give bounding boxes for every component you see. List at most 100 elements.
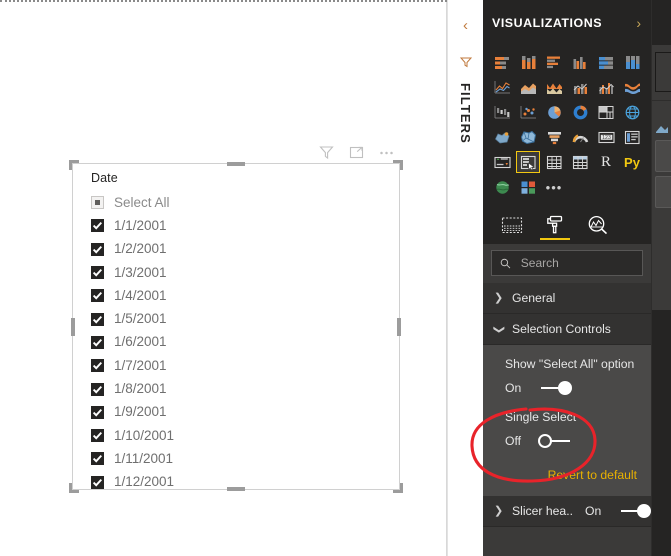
fields-pane-partial[interactable]: [651, 0, 671, 556]
show-select-all-toggle[interactable]: [538, 381, 572, 395]
pie-chart-icon[interactable]: [542, 101, 566, 123]
format-search-row: [483, 244, 651, 283]
svg-text:123: 123: [602, 135, 611, 141]
r-visual-label: R: [600, 153, 611, 170]
stacked-area-chart-icon[interactable]: [542, 76, 566, 98]
slicer-item[interactable]: 1/1/2001: [91, 214, 399, 237]
checkbox-checked-icon[interactable]: [91, 405, 104, 419]
slicer-item-label: 1/8/2001: [114, 381, 167, 397]
slicer-item[interactable]: 1/10/2001: [91, 424, 399, 447]
field-well-slot[interactable]: [655, 176, 671, 208]
kpi-icon[interactable]: [490, 151, 514, 173]
slicer-item[interactable]: 1/6/2001: [91, 331, 399, 354]
revert-to-default-link[interactable]: Revert to default: [548, 468, 637, 482]
matrix-icon[interactable]: [568, 151, 592, 173]
slicer-item[interactable]: 1/9/2001: [91, 401, 399, 424]
checkbox-checked-icon[interactable]: [91, 359, 104, 373]
line-and-clustered-column-chart-icon[interactable]: [594, 76, 618, 98]
arcgis-maps-icon[interactable]: [490, 176, 514, 198]
slicer-item-list: Select All 1/1/2001 1/2/2001 1/3/2001 1/…: [91, 191, 399, 494]
tab-format[interactable]: [540, 206, 570, 244]
checkbox-checked-icon[interactable]: [91, 475, 104, 489]
hundred-percent-stacked-bar-chart-icon[interactable]: [594, 51, 618, 73]
slicer-header-toggle[interactable]: [618, 504, 651, 518]
clustered-bar-chart-icon[interactable]: [542, 51, 566, 73]
date-slicer-visual[interactable]: Date Select All 1/1/2001 1/2/2001 1/3/20…: [69, 160, 403, 493]
focus-mode-icon[interactable]: [348, 144, 365, 161]
slicer-icon[interactable]: [516, 151, 540, 173]
shape-map-icon[interactable]: [516, 126, 540, 148]
slicer-item-label: 1/5/2001: [114, 311, 167, 327]
section-selection-controls[interactable]: ❯ Selection Controls: [483, 314, 651, 345]
search-box[interactable]: [491, 250, 643, 276]
slicer-item-select-all[interactable]: Select All: [91, 191, 399, 214]
card-icon[interactable]: 123: [594, 126, 618, 148]
python-visual-icon[interactable]: Py: [620, 151, 644, 173]
checkbox-checked-icon[interactable]: [91, 289, 104, 303]
line-chart-icon[interactable]: [490, 76, 514, 98]
resize-handle-top-right[interactable]: [393, 160, 403, 170]
more-options-icon[interactable]: [378, 144, 395, 161]
slicer-item[interactable]: 1/7/2001: [91, 354, 399, 377]
tab-fields[interactable]: [499, 206, 525, 244]
slicer-item[interactable]: 1/11/2001: [91, 447, 399, 470]
hundred-percent-stacked-column-chart-icon[interactable]: [620, 51, 644, 73]
chevron-right-icon[interactable]: ›: [636, 16, 641, 30]
checkbox-checked-icon[interactable]: [91, 382, 104, 396]
r-script-visual-icon[interactable]: R: [594, 151, 618, 173]
checkbox-checked-icon[interactable]: [91, 312, 104, 326]
slicer-item[interactable]: 1/2/2001: [91, 238, 399, 261]
field-well-slot[interactable]: [655, 140, 671, 172]
checkbox-checked-icon[interactable]: [91, 266, 104, 280]
treemap-icon[interactable]: [594, 101, 618, 123]
stacked-bar-chart-icon[interactable]: [490, 51, 514, 73]
table-icon[interactable]: [542, 151, 566, 173]
stacked-column-chart-icon[interactable]: [516, 51, 540, 73]
search-input[interactable]: [518, 255, 634, 271]
resize-handle-left[interactable]: [71, 317, 75, 336]
checkbox-partial-icon[interactable]: [91, 196, 104, 210]
filter-icon[interactable]: [318, 144, 335, 161]
filter-funnel-icon[interactable]: [459, 55, 473, 74]
report-canvas[interactable]: Date Select All 1/1/2001 1/2/2001 1/3/20…: [0, 0, 447, 556]
resize-handle-right[interactable]: [397, 317, 401, 336]
toggle-state-label: On: [505, 381, 522, 395]
gauge-chart-icon[interactable]: [568, 126, 592, 148]
checkbox-checked-icon[interactable]: [91, 335, 104, 349]
funnel-chart-icon[interactable]: [542, 126, 566, 148]
multi-row-card-icon[interactable]: [620, 126, 644, 148]
python-visual-label: Py: [624, 154, 640, 170]
filled-map-icon[interactable]: [490, 126, 514, 148]
line-and-stacked-column-chart-icon[interactable]: [568, 76, 592, 98]
resize-handle-bottom-left[interactable]: [69, 483, 79, 493]
section-general[interactable]: ❯ General: [483, 283, 651, 314]
slicer-item[interactable]: 1/4/2001: [91, 284, 399, 307]
clustered-column-chart-icon[interactable]: [568, 51, 592, 73]
scatter-chart-icon[interactable]: [516, 101, 540, 123]
chevron-left-icon[interactable]: ‹: [463, 18, 468, 33]
checkbox-checked-icon[interactable]: [91, 219, 104, 233]
ribbon-chart-icon[interactable]: [620, 76, 644, 98]
slicer-item[interactable]: 1/3/2001: [91, 261, 399, 284]
resize-handle-bottom[interactable]: [227, 487, 245, 491]
slicer-item[interactable]: 1/5/2001: [91, 307, 399, 330]
slicer-item[interactable]: 1/8/2001: [91, 377, 399, 400]
tab-analytics[interactable]: [585, 206, 610, 244]
filters-pane-collapsed[interactable]: ‹ FILTERS: [447, 0, 483, 556]
section-slicer-header[interactable]: ❯ Slicer hea... On: [483, 496, 651, 527]
property-single-select: Single Select Off: [483, 409, 651, 448]
waterfall-chart-icon[interactable]: [490, 101, 514, 123]
donut-chart-icon[interactable]: [568, 101, 592, 123]
checkbox-checked-icon[interactable]: [91, 242, 104, 256]
more-visuals-ellipsis-icon[interactable]: •••: [542, 176, 566, 198]
get-more-visuals-icon[interactable]: [516, 176, 540, 198]
checkbox-checked-icon[interactable]: [91, 429, 104, 443]
checkbox-checked-icon[interactable]: [91, 452, 104, 466]
single-select-toggle[interactable]: [538, 434, 572, 448]
map-icon[interactable]: [620, 101, 644, 123]
resize-handle-bottom-right[interactable]: [393, 483, 403, 493]
resize-handle-top[interactable]: [227, 162, 245, 166]
slicer-item[interactable]: 1/12/2001: [91, 471, 399, 494]
resize-handle-top-left[interactable]: [69, 160, 79, 170]
area-chart-icon[interactable]: [516, 76, 540, 98]
